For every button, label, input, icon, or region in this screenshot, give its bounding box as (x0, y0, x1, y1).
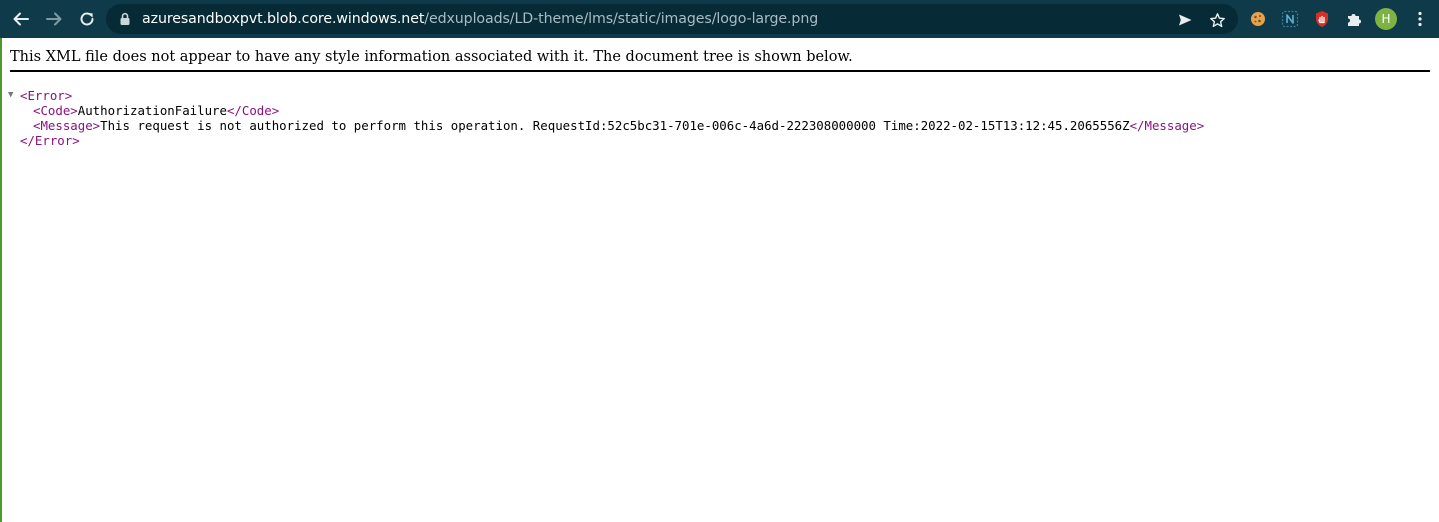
error-open-tag: <Error> (20, 88, 73, 103)
message-value: This request is not authorized to perfor… (100, 118, 1130, 133)
forward-button[interactable] (42, 7, 66, 31)
cookie-extension-icon (1251, 12, 1265, 26)
back-button[interactable] (9, 7, 33, 31)
message-open-tag: <Message> (33, 118, 101, 133)
puzzle-icon (1348, 14, 1361, 26)
cookie-extension-button[interactable] (1248, 9, 1268, 29)
extensions-button[interactable] (1344, 9, 1364, 29)
reload-button[interactable] (75, 7, 99, 31)
star-icon (1209, 12, 1225, 27)
n-extension-icon (1281, 10, 1299, 28)
back-arrow-icon (13, 12, 29, 26)
browser-menu-button[interactable] (1410, 9, 1430, 29)
hand-stop-extension-button[interactable] (1312, 9, 1332, 29)
url-text[interactable]: azuresandboxpvt.blob.core.windows.net/ed… (142, 4, 818, 34)
address-bar[interactable]: azuresandboxpvt.blob.core.windows.net/ed… (106, 4, 1238, 34)
n-extension-button[interactable] (1280, 9, 1300, 29)
page-edge-strip (0, 38, 2, 522)
code-value: AuthorizationFailure (77, 103, 227, 118)
send-tab-button[interactable] (1176, 11, 1194, 29)
collapse-triangle-icon[interactable]: ▼ (8, 88, 20, 103)
url-path: /edxuploads/LD-theme/lms/static/images/l… (424, 11, 819, 27)
browser-toolbar: azuresandboxpvt.blob.core.windows.net/ed… (0, 0, 1439, 38)
code-close-tag: </Code> (226, 103, 280, 118)
xml-notice-header: This XML file does not appear to have an… (10, 46, 1430, 72)
more-vertical-icon (1418, 11, 1422, 27)
send-icon (1179, 14, 1192, 26)
error-close-tag: </Error> (20, 133, 80, 148)
lock-icon[interactable] (118, 12, 132, 26)
url-host: azuresandboxpvt.blob.core.windows.net (142, 11, 425, 27)
reload-icon (80, 12, 94, 26)
profile-avatar[interactable]: H (1375, 8, 1397, 30)
message-close-tag: </Message> (1129, 118, 1205, 133)
hand-stop-extension-icon (1316, 11, 1328, 27)
bookmark-button[interactable] (1208, 11, 1226, 29)
forward-arrow-icon (46, 12, 62, 26)
code-open-tag: <Code> (33, 103, 78, 118)
